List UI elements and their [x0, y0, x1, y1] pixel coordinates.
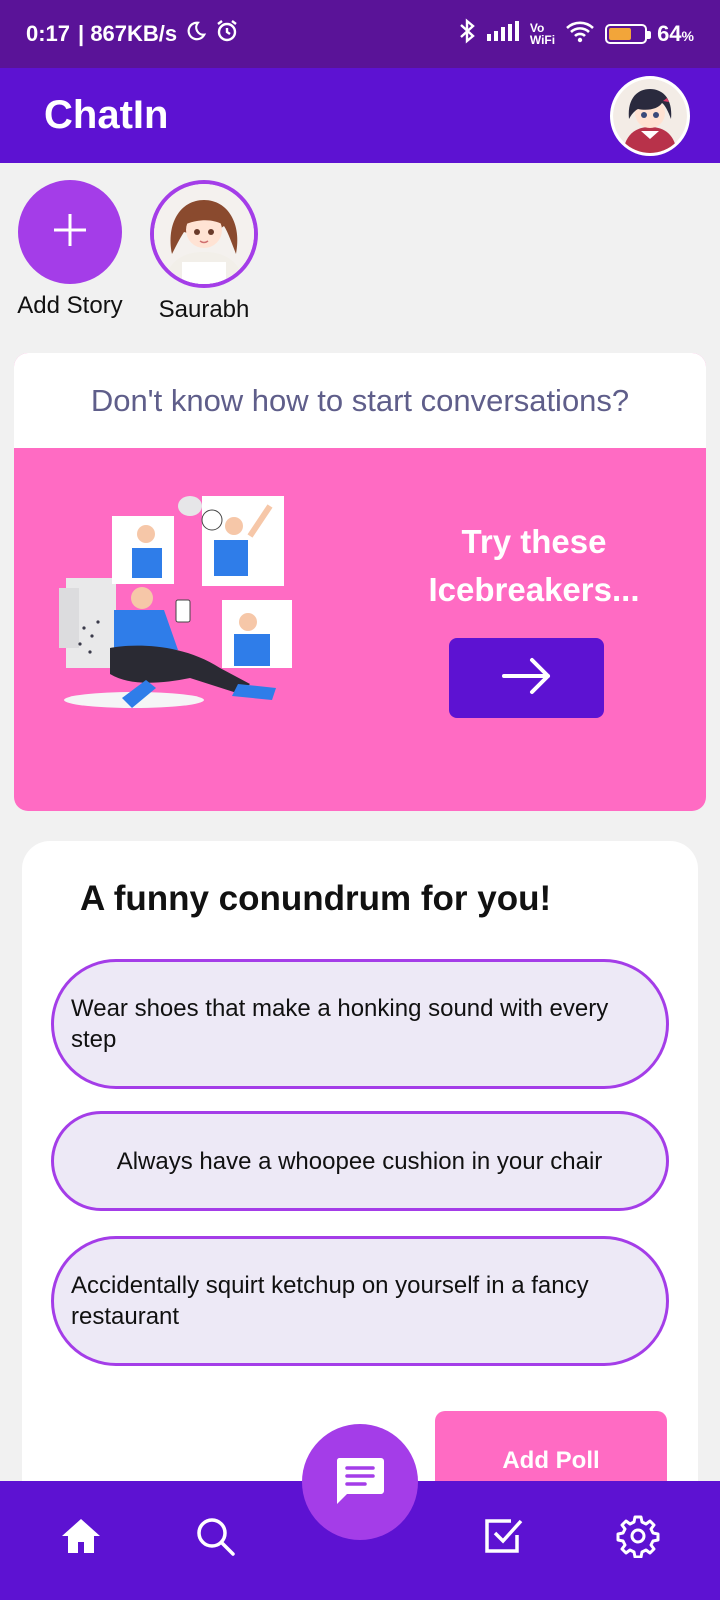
poll-card: A funny conundrum for you! Wear shoes th… [22, 841, 698, 1491]
icebreaker-line1: Try these [461, 523, 607, 560]
vowifi-indicator: Vo WiFi [530, 22, 555, 46]
stories-row: Add Story Saurabh [14, 180, 260, 324]
arrow-right-icon [500, 656, 554, 701]
bluetooth-icon [458, 18, 476, 50]
search-icon [194, 1515, 236, 1562]
plus-icon [50, 210, 90, 255]
tasks-icon [483, 1515, 525, 1562]
add-poll-button[interactable]: Add Poll [435, 1411, 667, 1491]
conversation-illustration [54, 488, 304, 733]
add-story-button[interactable] [18, 180, 122, 284]
poll-title: A funny conundrum for you! [80, 879, 552, 918]
icebreaker-heading: Don't know how to start conversations? [14, 353, 706, 448]
battery-percent: 64 [657, 21, 682, 46]
status-bar: 0:17 | 867KB/s Vo WiFi 64% [0, 0, 720, 68]
add-story-label: Add Story [17, 292, 123, 319]
app-title: ChatIn [44, 93, 169, 137]
icebreaker-card: Don't know how to start conversations? T… [14, 353, 706, 811]
home-icon [60, 1516, 102, 1561]
status-network-speed: | 867KB/s [78, 21, 178, 46]
signal-icon [486, 20, 520, 48]
nav-tasks[interactable] [479, 1513, 529, 1563]
alarm-icon [215, 19, 239, 49]
battery-level-fill [609, 28, 631, 40]
icebreaker-line2: Icebreakers... [428, 571, 640, 608]
poll-option[interactable]: Wear shoes that make a honking sound wit… [51, 959, 669, 1089]
battery-percent-sign: % [681, 28, 694, 44]
battery-icon [605, 24, 652, 44]
status-time: 0:17 [26, 21, 71, 46]
nav-home[interactable] [56, 1513, 106, 1563]
nav-search[interactable] [190, 1513, 240, 1563]
poll-option[interactable]: Always have a whoopee cushion in your ch… [51, 1111, 669, 1211]
app-bar: ChatIn [0, 68, 720, 163]
settings-icon [616, 1514, 660, 1563]
story-label: Saurabh [158, 296, 250, 323]
chat-fab[interactable] [302, 1424, 418, 1540]
profile-avatar[interactable] [610, 75, 690, 156]
add-story[interactable]: Add Story [14, 180, 126, 324]
icebreaker-banner: Try these Icebreakers... [14, 448, 706, 811]
nav-settings[interactable] [613, 1513, 663, 1563]
story-avatar[interactable] [150, 180, 258, 288]
story-item[interactable]: Saurabh [148, 180, 260, 324]
vowifi-bottom: WiFi [529, 33, 556, 47]
icebreaker-promo-text: Try these Icebreakers... [404, 518, 664, 614]
poll-option[interactable]: Accidentally squirt ketchup on yourself … [51, 1236, 669, 1366]
chat-icon [333, 1454, 387, 1511]
icebreaker-arrow-button[interactable] [449, 638, 604, 718]
moon-icon [185, 20, 207, 48]
wifi-icon [565, 19, 595, 49]
